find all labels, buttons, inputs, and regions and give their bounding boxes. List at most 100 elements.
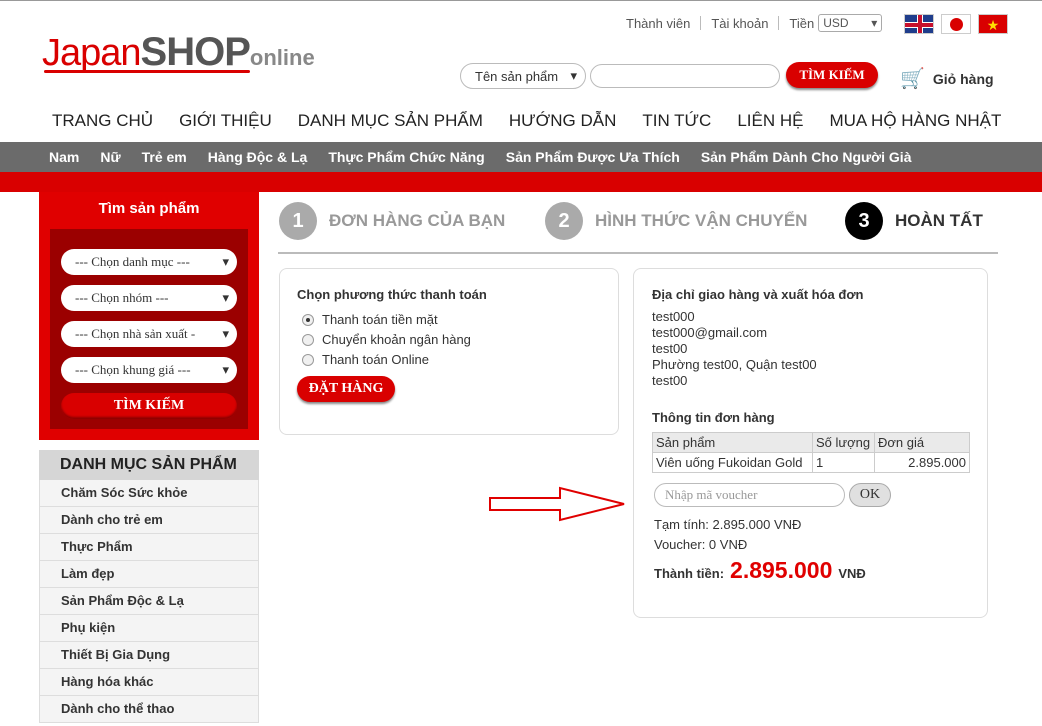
site-logo[interactable]: JapanSHOPonline [42,30,315,75]
table-cell: 1 [812,452,875,473]
payment-option-online[interactable]: Thanh toán Online [302,352,429,367]
nav-about[interactable]: GIỚI THIỆU [179,111,272,131]
category-item[interactable]: Phụ kiện [39,615,259,642]
table-cell: 2.895.000 [874,452,970,473]
step-2: 2 HÌNH THỨC VẬN CHUYỂN [545,202,807,240]
subnav-item[interactable]: Nam [49,149,79,165]
step-label: HÌNH THỨC VẬN CHUYỂN [595,211,808,230]
divider [700,16,702,30]
shipping-line: test000@gmail.com [652,325,768,340]
category-item[interactable]: Sản Phẩm Độc & Lạ [39,588,259,615]
search-input[interactable] [590,64,780,88]
currency-value: USD [823,16,849,30]
category-item[interactable]: Dành cho thể thao [39,696,259,723]
subnav-item[interactable]: Sản Phẩm Dành Cho Người Già [701,149,912,165]
table-row: Viên uống Fukoidan Gold 1 2.895.000 [652,452,970,473]
step-label: ĐƠN HÀNG CỦA BẠN [329,211,506,230]
table-cell: Viên uống Fukoidan Gold [652,452,813,473]
main-nav: TRANG CHỦ GIỚI THIỆU DANH MỤC SẢN PHẨM H… [52,111,1027,131]
order-table: Sản phẩm Số lượng Đơn giá Viên uống Fuko… [652,432,970,473]
nav-buy-japan[interactable]: MUA HỘ HÀNG NHẬT [829,111,1001,131]
table-header: Sản phẩm [652,432,813,453]
group-select[interactable]: --- Chọn nhóm --- ▾ [61,285,237,311]
category-item[interactable]: Làm đẹp [39,561,259,588]
shipping-line: test000 [652,309,695,324]
select-value: --- Chọn khung giá --- [75,362,191,377]
total-unit: VNĐ [838,566,866,581]
category-item[interactable]: Dành cho trẻ em [39,507,259,534]
radio-label: Thanh toán tiền mặt [322,312,438,327]
logo-underline [44,70,250,73]
subnav-item[interactable]: Thực Phẩm Chức Năng [328,149,484,165]
category-item[interactable]: Thực Phẩm [39,534,259,561]
shipping-address: Địa chỉ giao hàng và xuất hóa đơn test00… [652,287,864,389]
chevron-down-icon: ▾ [871,16,878,30]
japan-flag-icon[interactable] [941,14,971,34]
select-value: --- Chọn danh mục --- [75,254,190,269]
currency-label: Tiền [789,15,815,31]
voucher-ok-button[interactable]: OK [849,483,891,507]
nav-home[interactable]: TRANG CHỦ [52,111,153,131]
currency-select[interactable]: USD ▾ [818,14,883,32]
place-order-button[interactable]: ĐẶT HÀNG [297,376,395,402]
member-link[interactable]: Thành viên [626,16,690,31]
sidebar-search-button[interactable]: TÌM KIẾM [61,393,237,419]
price-range-select[interactable]: --- Chọn khung giá --- ▾ [61,357,237,383]
account-link[interactable]: Tài khoản [711,16,768,31]
step-label: HOÀN TẤT [895,211,983,230]
vietnam-flag-icon[interactable]: ★ [978,14,1008,34]
shipping-title: Địa chỉ giao hàng và xuất hóa đơn [652,287,864,302]
uk-flag-icon[interactable] [904,14,934,34]
step-3-active: 3 HOÀN TẤT [845,202,983,240]
cart-icon: 🛒 [900,68,925,90]
step-1: 1 ĐƠN HÀNG CỦA BẠN [279,202,505,240]
subnav-item[interactable]: Nữ [100,149,120,165]
voucher-input[interactable]: Nhập mã voucher [654,483,845,507]
category-heading: DANH MỤC SẢN PHẨM [39,450,259,480]
table-header: Đơn giá [874,432,970,453]
table-header: Số lượng [812,432,875,453]
radio-icon [302,353,314,366]
search-category-select[interactable]: Tên sản phẩm ▾ [460,63,586,89]
category-item[interactable]: Chăm Sóc Sức khỏe [39,480,259,507]
voucher-text: Voucher: 0 VNĐ [654,537,748,552]
chevron-down-icon: ▾ [222,290,229,305]
total-label: Thành tiền: [654,566,725,581]
table-header-row: Sản phẩm Số lượng Đơn giá [652,432,970,453]
sub-nav: Nam Nữ Trẻ em Hàng Độc & Lạ Thực Phẩm Ch… [0,142,1042,172]
shipping-line: test00 [652,341,688,356]
nav-contact[interactable]: LIÊN HỆ [737,111,803,131]
radio-icon [302,333,314,346]
nav-guide[interactable]: HƯỚNG DẪN [509,111,617,131]
top-links: Thành viên Tài khoản Tiền USD ▾ [626,14,883,32]
step-number: 3 [845,202,883,240]
subnav-item[interactable]: Sản Phẩm Được Ưa Thích [506,149,680,165]
subnav-item[interactable]: Trẻ em [142,149,187,165]
payment-option-cash[interactable]: Thanh toán tiền mặt [302,312,438,327]
nav-news[interactable]: TIN TỨC [642,111,711,131]
subnav-item[interactable]: Hàng Độc & Lạ [208,149,308,165]
total-row: Thành tiền: 2.895.000 VNĐ [654,557,866,584]
cart-link[interactable]: 🛒 Giỏ hàng [900,66,994,91]
search-button[interactable]: TÌM KIẾM [786,62,878,88]
steps-divider [278,252,998,254]
category-item[interactable]: Thiết Bị Gia Dụng [39,642,259,669]
select-value: --- Chọn nhóm --- [75,290,169,305]
red-band [0,172,1042,192]
payment-title: Chọn phương thức thanh toán [297,287,487,302]
category-item[interactable]: Hàng hóa khác [39,669,259,696]
radio-label: Thanh toán Online [322,352,429,367]
total-amount: 2.895.000 [730,557,833,583]
divider [778,16,780,30]
nav-products[interactable]: DANH MỤC SẢN PHẨM [298,111,483,131]
chevron-down-icon: ▾ [222,254,229,269]
sidebar-search-title: Tìm sản phẩm [98,200,200,217]
order-info-title: Thông tin đơn hàng [652,410,775,425]
subtotal-text: Tạm tính: 2.895.000 VNĐ [654,517,802,532]
chevron-down-icon: ▾ [570,68,577,83]
manufacturer-select[interactable]: --- Chọn nhà sản xuất - ▾ [61,321,237,347]
search-category-value: Tên sản phẩm [475,68,559,84]
category-select[interactable]: --- Chọn danh mục --- ▾ [61,249,237,275]
payment-option-bank[interactable]: Chuyển khoản ngân hàng [302,332,471,347]
top-border [0,0,1042,1]
